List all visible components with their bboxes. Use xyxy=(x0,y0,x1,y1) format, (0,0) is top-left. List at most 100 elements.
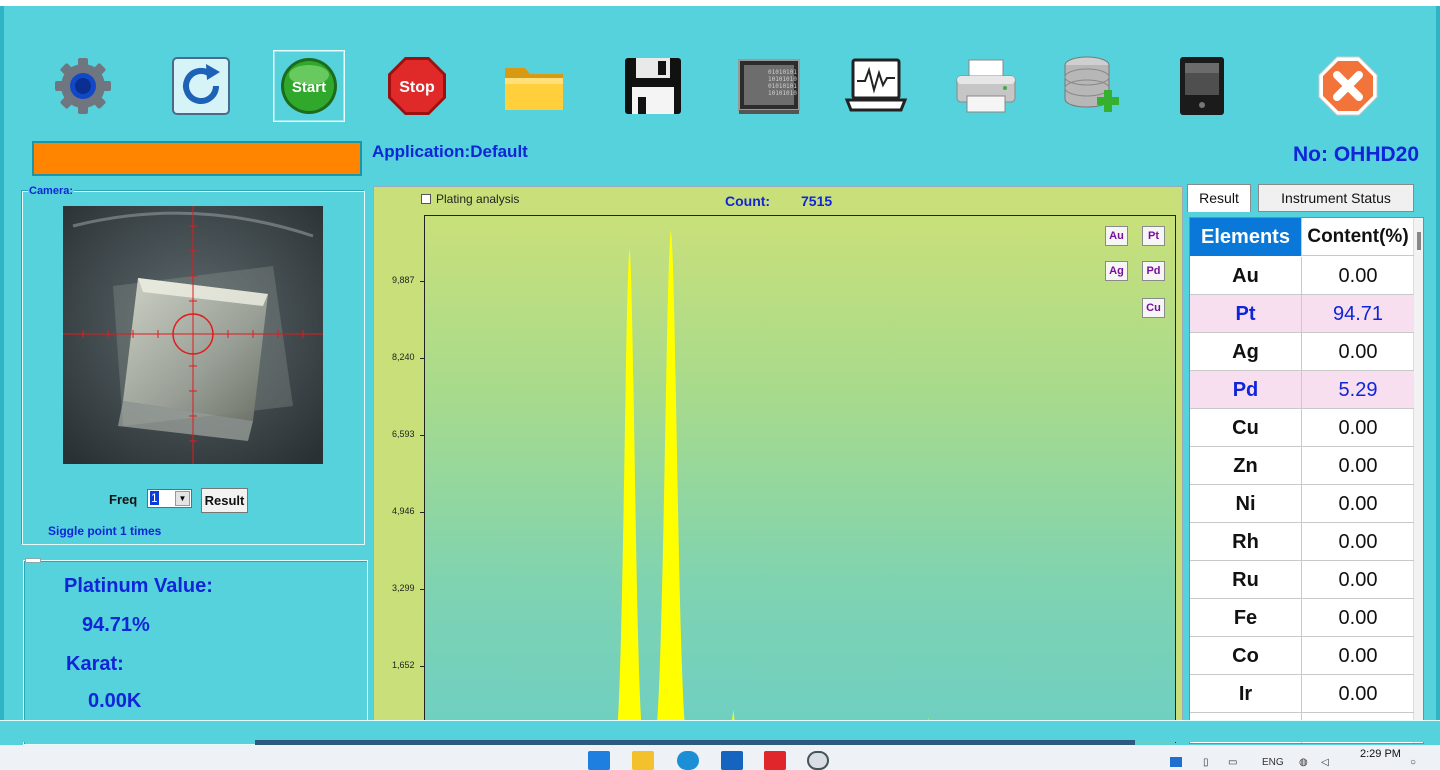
close-icon xyxy=(1318,56,1378,116)
serial-number-label: No: OHHD20 xyxy=(1293,143,1420,166)
keyboard-icon[interactable]: ▭ xyxy=(1228,757,1237,768)
settings-button[interactable] xyxy=(47,50,119,122)
table-row[interactable]: Ni 0.00 xyxy=(1190,485,1414,523)
tray-app-icon[interactable] xyxy=(1170,757,1182,767)
content-cell: 0.00 xyxy=(1338,455,1378,477)
table-row[interactable]: Ir 0.00 xyxy=(1190,675,1414,713)
plating-label: Plating analysis xyxy=(436,192,520,206)
table-row[interactable]: Pt 94.71 xyxy=(1190,295,1414,333)
table-row[interactable]: Ru 0.00 xyxy=(1190,561,1414,599)
svg-text:10101010: 10101010 xyxy=(768,76,797,83)
element-cell: Co xyxy=(1190,637,1302,675)
platinum-value: 94.71% xyxy=(82,614,150,636)
spectrum-button[interactable] xyxy=(840,50,912,122)
element-button-pt[interactable]: Pt xyxy=(1142,226,1165,246)
save-button[interactable] xyxy=(617,50,689,122)
table-row[interactable]: Zn 0.00 xyxy=(1190,447,1414,485)
database-button[interactable] xyxy=(1056,50,1128,122)
y-tick-label: 6,593 xyxy=(392,428,415,439)
y-tick-label: 4,946 xyxy=(392,505,415,516)
results-scrollbar[interactable] xyxy=(1413,218,1423,743)
value-panel: Platinum Value: 94.71% Karat: 0.00K xyxy=(23,558,368,745)
notification-icon[interactable]: ○ xyxy=(1410,757,1416,768)
y-tick-mark xyxy=(420,511,424,513)
platinum-label: Platinum Value: xyxy=(64,575,213,597)
file-explorer-icon[interactable] xyxy=(632,751,654,770)
app-icon[interactable] xyxy=(807,751,829,770)
content-cell: 94.71 xyxy=(1332,303,1384,325)
spectrum-panel: Plating analysis Count: 7515 9,887 8,240 6… xyxy=(373,186,1183,744)
element-cell: Fe xyxy=(1190,599,1302,637)
y-tick-mark xyxy=(420,357,424,359)
language-indicator[interactable]: ENG xyxy=(1262,757,1284,768)
count-value: 7515 xyxy=(801,193,833,209)
table-row[interactable]: Pd 5.29 xyxy=(1190,371,1414,409)
table-row[interactable]: Rh 0.00 xyxy=(1190,523,1414,561)
y-tick-mark xyxy=(420,281,424,283)
svg-text:01010101: 01010101 xyxy=(768,69,797,76)
open-button[interactable] xyxy=(498,50,570,122)
network-icon[interactable]: ◍ xyxy=(1299,757,1308,768)
tab-instrument-status[interactable]: Instrument Status xyxy=(1258,184,1414,212)
element-cell: Cu xyxy=(1190,409,1302,447)
chevron-down-icon[interactable]: ▼ xyxy=(175,491,190,506)
spectrum-plot[interactable] xyxy=(424,215,1176,744)
edge-browser-icon[interactable] xyxy=(677,751,699,770)
stop-label: Stop xyxy=(399,79,435,96)
element-cell: Ru xyxy=(1190,561,1302,599)
content-cell: 0.00 xyxy=(1338,531,1378,553)
svg-text:10101010: 10101010 xyxy=(768,90,797,97)
content-cell: 0.00 xyxy=(1338,341,1378,363)
start-label: Start xyxy=(292,79,326,96)
count-label: Count: xyxy=(725,193,771,209)
y-tick-label: 9,887 xyxy=(392,275,415,286)
refresh-button[interactable] xyxy=(165,50,237,122)
clock[interactable]: 2:29 PM xyxy=(1360,748,1401,760)
table-row[interactable]: Cu 0.00 xyxy=(1190,409,1414,447)
freq-select[interactable]: 1 ▼ xyxy=(147,489,192,508)
volume-icon[interactable]: ◁ xyxy=(1321,757,1329,768)
camera-legend: Camera: xyxy=(28,185,75,197)
stop-button[interactable]: Stop xyxy=(381,50,453,122)
table-row[interactable]: Ag 0.00 xyxy=(1190,333,1414,371)
freq-value: 1 xyxy=(150,491,159,505)
results-table: Elements Content(%) Au 0.00 Pt 94.71 Ag 0.00 Pd 5… xyxy=(1189,217,1424,744)
y-tick-label: 1,652 xyxy=(392,659,415,670)
printer-icon xyxy=(956,59,1016,113)
results-header-row: Elements Content(%) xyxy=(1190,218,1414,256)
y-tick-label: 3,299 xyxy=(392,582,415,593)
data-button[interactable]: 01010101 10101010 01010101 10101010 xyxy=(733,50,805,122)
start-button[interactable]: Start xyxy=(273,50,345,122)
result-button[interactable]: Result xyxy=(201,488,248,513)
element-cell: Zn xyxy=(1190,447,1302,485)
waveform-monitor-icon xyxy=(844,58,908,112)
folder-icon xyxy=(505,68,563,110)
table-row[interactable]: Fe 0.00 xyxy=(1190,599,1414,637)
element-button-ag[interactable]: Ag xyxy=(1105,261,1128,281)
y-tick-label: 8,240 xyxy=(392,351,415,362)
element-button-au[interactable]: Au xyxy=(1105,226,1128,246)
tab-result[interactable]: Result xyxy=(1187,184,1251,212)
element-cell: Ir xyxy=(1190,675,1302,713)
content-cell: 0.00 xyxy=(1338,645,1378,667)
svg-text:01010101: 01010101 xyxy=(768,83,797,90)
window-right-edge xyxy=(1436,6,1440,742)
database-add-icon xyxy=(1064,56,1119,112)
content-cell: 0.00 xyxy=(1338,493,1378,515)
element-cell: Ni xyxy=(1190,485,1302,523)
store-icon[interactable] xyxy=(721,751,743,770)
element-cell: Ag xyxy=(1190,333,1302,371)
wps-icon[interactable] xyxy=(764,751,786,770)
exit-button[interactable] xyxy=(1312,50,1384,122)
plating-checkbox[interactable] xyxy=(421,194,431,204)
windows-start-icon[interactable] xyxy=(588,751,610,770)
tray-clipboard-icon[interactable]: ▯ xyxy=(1203,757,1209,768)
measure-status: Siggle point 1 times xyxy=(48,524,162,538)
table-row[interactable]: Co 0.00 xyxy=(1190,637,1414,675)
element-button-pd[interactable]: Pd xyxy=(1142,261,1165,281)
device-button[interactable] xyxy=(1166,50,1238,122)
print-button[interactable] xyxy=(950,50,1022,122)
element-button-cu[interactable]: Cu xyxy=(1142,298,1165,318)
content-cell: 0.00 xyxy=(1338,265,1378,287)
table-row[interactable]: Au 0.00 xyxy=(1190,257,1414,295)
